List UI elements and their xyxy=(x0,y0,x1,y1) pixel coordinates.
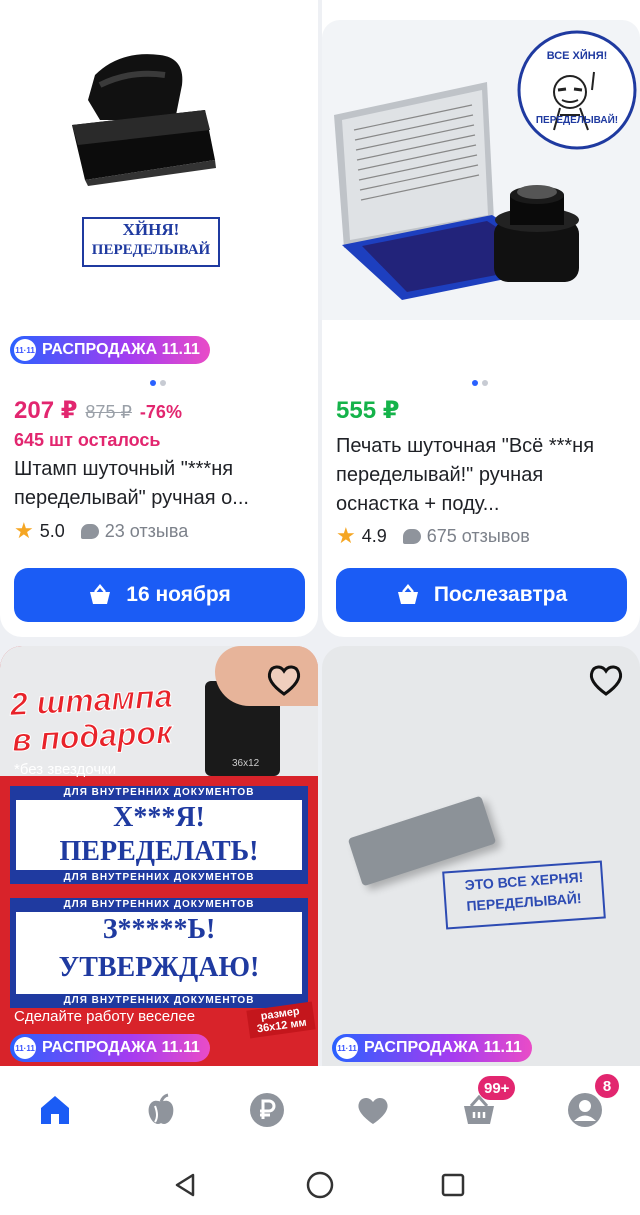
delivery-button[interactable]: Послезавтра xyxy=(336,568,627,622)
sale-badge: 11·11 РАСПРОДАЖА 11.11 xyxy=(10,336,210,364)
star-icon: ★ xyxy=(14,518,34,543)
sale-icon: 11·11 xyxy=(14,339,36,361)
stamp2-line2: УТВЕРЖДАЮ! xyxy=(58,952,260,983)
logo-text-top: ВСЕ ХЙНЯ! xyxy=(546,50,608,62)
product-image-3[interactable]: 2 штампа в подарок *без звездочки 36x12 … xyxy=(0,646,318,1066)
discount: -76% xyxy=(139,402,182,422)
product-image-2[interactable]: ВСЕ ХЙНЯ! ПЕРЕДЕЛЫВАЙ! xyxy=(322,20,640,320)
comment-icon xyxy=(80,523,99,539)
small-label-2: ДЛЯ ВНУТРЕННИХ ДОКУМЕНТОВ xyxy=(63,872,255,883)
recents-square-icon xyxy=(441,1173,465,1197)
favorite-heart-icon[interactable] xyxy=(264,660,304,700)
rating-row: ★ 5.0 23 отзыва xyxy=(14,520,188,542)
stamp-imprint-line2: ПЕРЕДЕЛЫВАЙ xyxy=(91,242,211,258)
home-circle-icon xyxy=(306,1171,334,1199)
reviews-count: 675 отзывов xyxy=(426,525,530,546)
stamp-imprint-line1: ХЙНЯ! xyxy=(122,220,180,239)
note-text: *без звездочки xyxy=(14,761,117,778)
stock-left: 645 шт осталось xyxy=(14,430,161,450)
reviews-count: 23 отзыва xyxy=(104,520,189,541)
stamp-pad-photo xyxy=(334,30,637,300)
rating-value: 5.0 xyxy=(39,520,65,541)
sale-badge-label: РАСПРОДАЖА 11.11 xyxy=(364,1039,522,1056)
profile-icon xyxy=(568,1093,602,1127)
basket-icon xyxy=(397,584,418,604)
price-row: 555 ₽ xyxy=(336,396,399,425)
sale-badge: 11·11 РАСПРОДАЖА 11.11 xyxy=(332,1034,532,1062)
product-title[interactable]: Штамп шуточный "***ня переделывай" ручна… xyxy=(14,455,306,513)
small-label-1: ДЛЯ ВНУТРЕННИХ ДОКУМЕНТОВ xyxy=(63,787,255,798)
rating-value: 4.9 xyxy=(361,525,387,546)
nav-favorites[interactable] xyxy=(348,1088,398,1132)
product-card-4[interactable]: ЭТО ВСЕ ХЕРНЯ! ПЕРЕДЕЛЫВАЙ! 11·11 РАСПРО… xyxy=(322,646,640,1076)
product-card-2[interactable]: ВСЕ ХЙНЯ! ПЕРЕДЕЛЫВАЙ! 555 ₽ Печать шуто… xyxy=(322,0,640,637)
back-triangle-icon xyxy=(175,1173,195,1197)
delivery-date: Послезавтра xyxy=(433,583,568,606)
stamp2-line1: З*****Ь! xyxy=(102,914,216,945)
comment-icon xyxy=(402,528,421,544)
stamp-photo xyxy=(72,54,220,267)
sale-icon: 11·11 xyxy=(14,1037,36,1059)
ruble-icon xyxy=(250,1093,284,1127)
recents-button[interactable] xyxy=(436,1168,470,1202)
rating-row: ★ 4.9 675 отзывов xyxy=(336,525,530,547)
sale-badge: 11·11 РАСПРОДАЖА 11.11 xyxy=(10,1034,210,1062)
image-pager-dots xyxy=(472,380,488,386)
favorite-heart-icon[interactable] xyxy=(586,660,626,700)
product-title[interactable]: Печать шуточная "Всё ***ня переделывай!"… xyxy=(336,432,628,519)
sale-badge-label: РАСПРОДАЖА 11.11 xyxy=(42,1039,200,1056)
sale-badge-label: РАСПРОДАЖА 11.11 xyxy=(42,341,200,358)
delivery-date: 16 ноября xyxy=(126,583,231,606)
sale-icon: 11·11 xyxy=(336,1037,358,1059)
price: 555 ₽ xyxy=(336,397,400,424)
system-navigation-bar xyxy=(0,1154,640,1215)
small-label-3: ДЛЯ ВНУТРЕННИХ ДОКУМЕНТОВ xyxy=(63,899,255,910)
logo-text-bottom: ПЕРЕДЕЛЫВАЙ! xyxy=(535,115,619,126)
nav-payments[interactable] xyxy=(242,1088,292,1132)
product-card-1[interactable]: ХЙНЯ! ПЕРЕДЕЛЫВАЙ 11·11 РАСПРОДАЖА 11.11… xyxy=(0,0,318,637)
image-pager-dots xyxy=(150,380,166,386)
bottom-navigation: 99+ 8 xyxy=(0,1066,640,1154)
profile-counter: 8 xyxy=(595,1074,619,1098)
nav-fresh[interactable] xyxy=(136,1088,186,1132)
footer-text: Сделайте работу веселее xyxy=(14,1008,196,1025)
stamp1-line1: Х***Я! xyxy=(113,802,205,833)
cart-counter: 99+ xyxy=(478,1076,516,1100)
price-row: 207 ₽ 875 ₽ -76% xyxy=(14,396,182,425)
device-label: 36x12 xyxy=(232,758,260,769)
product-image-4[interactable]: ЭТО ВСЕ ХЕРНЯ! ПЕРЕДЕЛЫВАЙ! xyxy=(322,646,640,1066)
product-card-3[interactable]: 2 штампа в подарок *без звездочки 36x12 … xyxy=(0,646,318,1076)
old-price: 875 ₽ xyxy=(85,402,132,422)
small-label-4: ДЛЯ ВНУТРЕННИХ ДОКУМЕНТОВ xyxy=(63,995,255,1006)
product-image-1[interactable]: ХЙНЯ! ПЕРЕДЕЛЫВАЙ xyxy=(0,0,318,330)
nav-home[interactable] xyxy=(30,1088,80,1132)
basket-icon xyxy=(90,584,111,604)
home-button[interactable] xyxy=(303,1168,337,1202)
star-icon: ★ xyxy=(336,523,356,548)
back-button[interactable] xyxy=(168,1168,202,1202)
stamp1-line2: ПЕРЕДЕЛАТЬ! xyxy=(59,836,259,867)
delivery-button[interactable]: 16 ноября xyxy=(14,568,305,622)
price: 207 ₽ xyxy=(14,397,78,424)
home-icon xyxy=(41,1096,69,1124)
heart-icon xyxy=(358,1097,388,1124)
apple-icon xyxy=(148,1093,174,1124)
